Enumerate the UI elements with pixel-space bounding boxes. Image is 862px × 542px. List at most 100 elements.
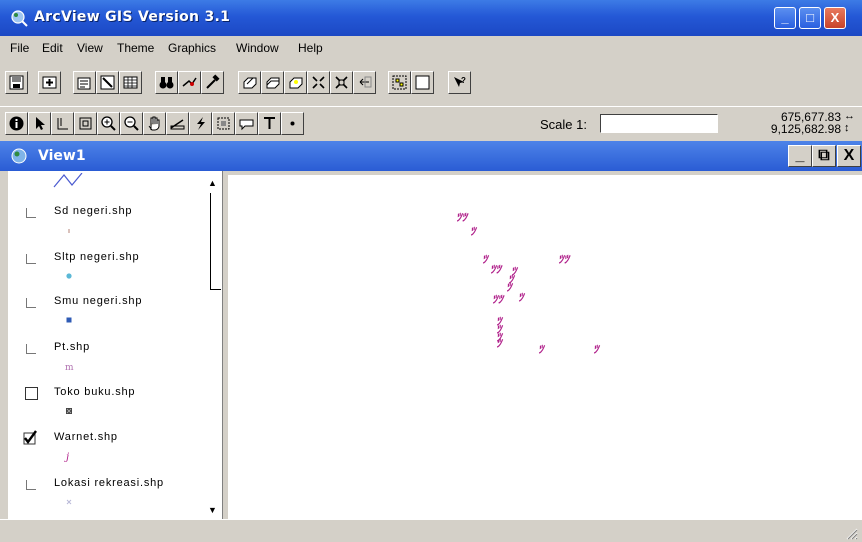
- minimize-icon: _: [795, 147, 805, 164]
- scroll-up-icon[interactable]: ▲: [204, 175, 221, 192]
- measure-tool[interactable]: [166, 112, 189, 135]
- theme-label: Pt.shp: [54, 341, 90, 353]
- edit-legend-icon: [100, 75, 115, 90]
- map-point-1[interactable]: ﾂﾂ: [456, 212, 467, 223]
- menu-view[interactable]: View: [77, 41, 103, 55]
- map-point-7[interactable]: ﾂ: [506, 282, 512, 293]
- map-point-8[interactable]: ﾂﾂ: [558, 254, 569, 265]
- theme-sltp-negeri[interactable]: Sltp negeri.shp: [8, 245, 198, 291]
- dot-icon: [66, 499, 72, 505]
- scale-input[interactable]: [600, 114, 718, 133]
- view-restore-button[interactable]: ⧉: [812, 145, 836, 167]
- menu-help[interactable]: Help: [298, 41, 323, 55]
- edit-legend-button[interactable]: [96, 71, 119, 94]
- lightning-icon: [197, 117, 205, 130]
- theme-smu-negeri[interactable]: Smu negeri.shp: [8, 289, 198, 335]
- zoom-out-tool[interactable]: [120, 112, 143, 135]
- scroll-down-icon[interactable]: ▼: [204, 502, 221, 519]
- zoom-to-full-extent-button[interactable]: [238, 71, 261, 94]
- svg-text:?: ?: [461, 76, 466, 85]
- theme-checkbox[interactable]: [25, 387, 38, 400]
- status-bar: [0, 519, 862, 542]
- theme-checkbox[interactable]: [26, 298, 36, 308]
- zoom-previous-button[interactable]: [353, 71, 376, 94]
- menu-file[interactable]: File: [10, 41, 29, 55]
- theme-checkbox[interactable]: [26, 480, 36, 490]
- pointer-tool[interactable]: [28, 112, 51, 135]
- zoom-out-fixed-button[interactable]: [330, 71, 353, 94]
- zoom-to-selected-button[interactable]: [284, 71, 307, 94]
- view-title: View1: [38, 148, 86, 164]
- label-tool[interactable]: [235, 112, 258, 135]
- zoom-full-extent-icon: [243, 77, 257, 89]
- menu-edit[interactable]: Edit: [42, 41, 63, 55]
- view-close-button[interactable]: X: [837, 145, 861, 167]
- theme-lokasi-rekreasi[interactable]: Lokasi rekreasi.shp: [8, 471, 198, 517]
- select-features-button[interactable]: [388, 71, 411, 94]
- vertex-edit-tool[interactable]: [51, 112, 74, 135]
- map-point-15[interactable]: ﾂ: [538, 344, 544, 355]
- help-button[interactable]: ?: [448, 71, 471, 94]
- maximize-button[interactable]: □: [799, 7, 821, 29]
- zoom-active-themes-icon: [266, 77, 280, 89]
- theme-pt[interactable]: Pt.shp m: [8, 335, 198, 381]
- theme-checkbox[interactable]: [26, 254, 36, 264]
- area-of-interest-tool[interactable]: [212, 112, 235, 135]
- zoom-previous-icon: [359, 76, 372, 88]
- vertex-edit-icon: [57, 118, 68, 130]
- map-point-14[interactable]: ﾂ: [496, 338, 502, 349]
- find-button[interactable]: [155, 71, 178, 94]
- theme-checkbox[interactable]: [26, 208, 36, 218]
- resize-grip-icon[interactable]: [844, 526, 858, 540]
- map-point-3[interactable]: ﾂ: [482, 254, 488, 265]
- add-theme-button[interactable]: [38, 71, 61, 94]
- checkmark-icon[interactable]: [22, 429, 38, 445]
- minimize-icon: _: [781, 10, 789, 25]
- theme-properties-button[interactable]: [73, 71, 96, 94]
- minimize-button[interactable]: _: [774, 7, 796, 29]
- theme-checkbox[interactable]: [26, 344, 36, 354]
- menu-bar: File Edit View Theme Graphics Window Hel…: [0, 36, 862, 58]
- select-feature-tool[interactable]: [74, 112, 97, 135]
- circle-icon: [66, 273, 72, 279]
- hotlink-tool[interactable]: [189, 112, 212, 135]
- y-coordinate-readout: 9,125,682.98: [770, 122, 841, 136]
- locate-icon: [182, 77, 197, 87]
- close-button[interactable]: X: [824, 7, 846, 29]
- theme-toko-buku[interactable]: Toko buku.shp: [8, 380, 198, 426]
- text-tool[interactable]: [258, 112, 281, 135]
- toc-scrollbar[interactable]: ▲ ▼: [204, 175, 222, 519]
- zoom-in-icon: [101, 116, 116, 131]
- draw-point-tool[interactable]: [281, 112, 304, 135]
- identify-icon: [9, 116, 24, 131]
- scroll-thumb[interactable]: [210, 193, 221, 290]
- glyph-icon: m: [65, 363, 74, 372]
- button-bar: ?: [0, 58, 862, 106]
- locate-address-button[interactable]: [178, 71, 201, 94]
- save-button[interactable]: [5, 71, 28, 94]
- menu-theme[interactable]: Theme: [117, 41, 154, 55]
- map-point-16[interactable]: ﾂ: [593, 344, 599, 355]
- zoom-to-active-themes-button[interactable]: [261, 71, 284, 94]
- map-point-9[interactable]: ﾂﾂ: [492, 294, 503, 305]
- clear-selection-button[interactable]: [411, 71, 434, 94]
- zoom-in-fixed-button[interactable]: [307, 71, 330, 94]
- tool-bar: Scale 1: 675,677.83 9,125,682.98 ↔ ↕: [0, 106, 862, 141]
- title-bar[interactable]: ArcView GIS Version 3.1 _ □ X: [0, 0, 862, 36]
- map-point-2[interactable]: ﾂ: [470, 226, 476, 237]
- pan-tool[interactable]: [143, 112, 166, 135]
- map-point-10[interactable]: ﾂ: [518, 292, 524, 303]
- menu-graphics[interactable]: Graphics: [168, 41, 216, 55]
- identify-tool[interactable]: [5, 112, 28, 135]
- theme-warnet[interactable]: Warnet.shp j: [8, 425, 198, 471]
- open-table-button[interactable]: [119, 71, 142, 94]
- theme-sd-negeri[interactable]: Sd negeri.shp: [8, 199, 198, 245]
- zoom-in-tool[interactable]: [97, 112, 120, 135]
- map-display[interactable]: ﾂﾂ ﾂ ﾂ ﾂﾂ ﾂ ﾂ ﾂ ﾂﾂ ﾂﾂ ﾂ ﾂ ﾂ ﾂ ﾂ ﾂ ﾂ: [228, 175, 862, 519]
- view-title-bar[interactable]: View1 _ ⧉ X: [0, 141, 862, 171]
- query-builder-button[interactable]: [201, 71, 224, 94]
- view-minimize-button[interactable]: _: [788, 145, 812, 167]
- map-point-4[interactable]: ﾂﾂ: [490, 264, 501, 275]
- svg-text:m: m: [65, 363, 74, 372]
- menu-window[interactable]: Window: [236, 41, 279, 55]
